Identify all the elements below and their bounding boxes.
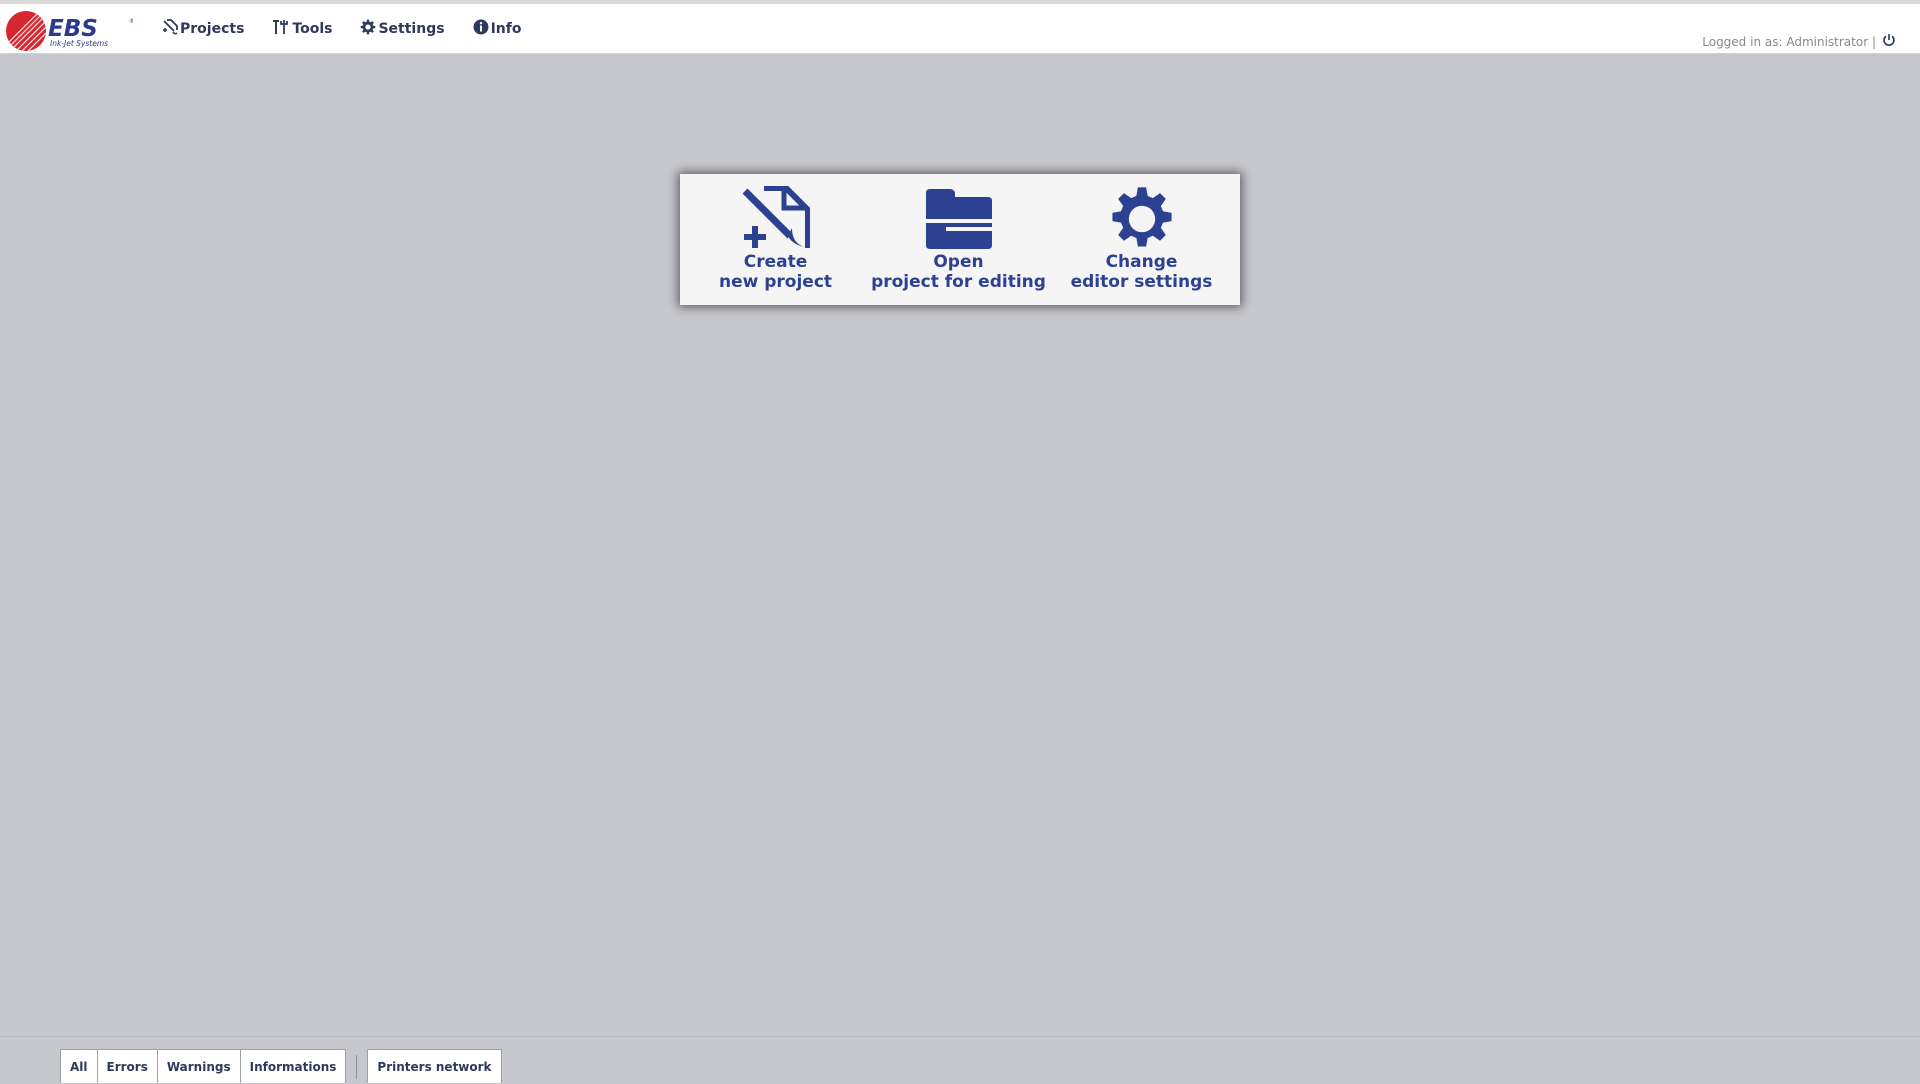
start-actions-panel: Create new project Open project for edit… bbox=[680, 174, 1240, 305]
filter-errors-button[interactable]: Errors bbox=[97, 1049, 158, 1083]
menu-info[interactable]: Info bbox=[473, 19, 522, 39]
change-line2: editor settings bbox=[1070, 272, 1213, 292]
gear-icon bbox=[360, 19, 378, 39]
create-line1: Create bbox=[743, 252, 808, 272]
change-line1: Change bbox=[1105, 252, 1178, 272]
menu-settings[interactable]: Settings bbox=[360, 19, 445, 39]
divider bbox=[356, 1055, 358, 1079]
user-status: Logged in as: Administrator | bbox=[1702, 33, 1896, 50]
logged-in-label: Logged in as: Administrator | bbox=[1702, 34, 1876, 49]
menu-tools[interactable]: Tools bbox=[272, 19, 332, 39]
power-icon[interactable] bbox=[1882, 33, 1896, 50]
gear-icon bbox=[1109, 186, 1175, 252]
create-line2: new project bbox=[718, 272, 833, 292]
change-editor-settings-button[interactable]: Change editor settings bbox=[1050, 174, 1233, 292]
menu-info-label: Info bbox=[490, 21, 522, 37]
main-menu: Projects Tools Settings Info bbox=[162, 4, 549, 54]
menu-tools-label: Tools bbox=[292, 21, 333, 37]
menu-projects[interactable]: Projects bbox=[162, 19, 244, 39]
pen-ruler-icon bbox=[162, 19, 180, 39]
menu-settings-label: Settings bbox=[378, 21, 445, 37]
filter-all-button[interactable]: All bbox=[60, 1049, 98, 1083]
tools-icon bbox=[272, 19, 292, 39]
open-project-button[interactable]: Open project for editing bbox=[867, 174, 1050, 292]
printers-network-button[interactable]: Printers network bbox=[367, 1049, 502, 1083]
top-navigation-bar: EBS ® Ink-Jet Systems Projects Tools Set… bbox=[0, 0, 1920, 54]
filter-informations-button[interactable]: Informations bbox=[240, 1049, 347, 1083]
svg-text:®: ® bbox=[129, 18, 133, 25]
filter-warnings-button[interactable]: Warnings bbox=[157, 1049, 241, 1083]
folder-icon bbox=[925, 186, 992, 252]
menu-projects-label: Projects bbox=[180, 21, 245, 37]
create-new-project-button[interactable]: Create new project bbox=[684, 174, 867, 292]
new-project-icon bbox=[742, 186, 810, 252]
logo-tagline: Ink-Jet Systems bbox=[50, 39, 108, 48]
open-line2: project for editing bbox=[871, 272, 1046, 292]
info-icon bbox=[473, 19, 491, 39]
message-filter-bar: All Errors Warnings Informations Printer… bbox=[0, 1036, 1920, 1084]
filter-tabs: All Errors Warnings Informations Printer… bbox=[60, 1049, 502, 1083]
ebs-logo[interactable]: EBS ® Ink-Jet Systems bbox=[5, 8, 135, 52]
open-line1: Open bbox=[933, 252, 984, 272]
